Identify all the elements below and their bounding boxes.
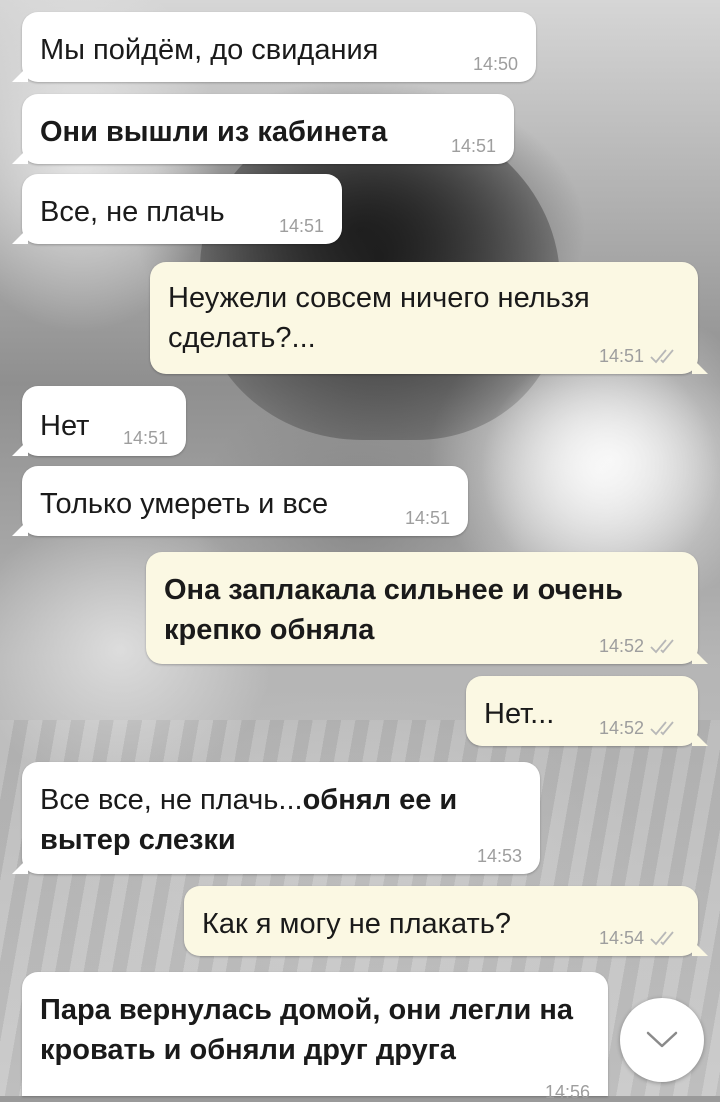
message-outgoing[interactable]: Неужели совсем ничего нельзя сделать?...… xyxy=(150,262,708,374)
message-meta: 14:51 xyxy=(599,346,680,366)
bubble-tail xyxy=(12,858,28,874)
message-time: 14:52 xyxy=(598,718,644,738)
scroll-to-bottom-button[interactable] xyxy=(620,998,704,1082)
bubble-tail xyxy=(12,520,28,536)
message-outgoing[interactable]: Она заплакала сильнее и очень крепко обн… xyxy=(146,552,708,664)
message-text: Они вышли из кабинета xyxy=(40,116,388,148)
read-double-check-icon xyxy=(650,639,674,654)
message-incoming[interactable]: Нет 14:51 xyxy=(12,386,186,456)
message-incoming[interactable]: Пара вернулась домой, они легли на крова… xyxy=(22,972,608,1102)
message-incoming[interactable]: Мы пойдём, до свидания 14:50 xyxy=(12,12,536,82)
message-incoming[interactable]: Только умереть и все 14:51 xyxy=(12,466,468,536)
message-text: Пара вернулась домой, они легли на крова… xyxy=(40,994,574,1066)
message-time: 14:52 xyxy=(598,636,644,656)
bubble-tail xyxy=(692,648,708,664)
message-time: 14:51 xyxy=(598,346,644,366)
message-meta: 14:56 xyxy=(545,1082,590,1102)
message-time: 14:51 xyxy=(278,216,324,236)
message-meta: 14:51 xyxy=(279,216,324,236)
message-meta: 14:53 xyxy=(477,846,522,866)
message-time: 14:51 xyxy=(404,508,450,528)
message-meta: 14:50 xyxy=(473,54,518,74)
message-time: 14:54 xyxy=(598,928,644,948)
message-text-plain: Все все, не плачь... xyxy=(40,784,303,816)
bubble-tail xyxy=(12,148,28,164)
message-incoming[interactable]: Все, не плачь 14:51 xyxy=(12,174,342,244)
message-outgoing[interactable]: Как я могу не плакать? 14:54 xyxy=(184,886,708,956)
message-meta: 14:51 xyxy=(451,136,496,156)
read-double-check-icon xyxy=(650,931,674,946)
message-text: Мы пойдём, до свидания xyxy=(40,34,379,66)
message-meta: 14:51 xyxy=(123,428,168,448)
bubble-tail xyxy=(12,66,28,82)
message-outgoing[interactable]: Нет... 14:52 xyxy=(466,676,708,746)
message-time: 14:51 xyxy=(122,428,168,448)
message-time: 14:50 xyxy=(472,54,518,74)
message-text: Неужели совсем ничего нельзя сделать?... xyxy=(168,282,590,354)
message-text: Все все, не плачь...обнял ее и вытер сле… xyxy=(40,762,526,860)
bubble-tail xyxy=(12,228,28,244)
message-incoming[interactable]: Все все, не плачь...обнял ее и вытер сле… xyxy=(12,762,540,874)
message-meta: 14:54 xyxy=(599,928,680,948)
message-meta: 14:52 xyxy=(599,718,680,738)
message-meta: 14:51 xyxy=(405,508,450,528)
bubble-tail xyxy=(12,440,28,456)
chevron-down-icon xyxy=(646,1031,678,1048)
message-text: Только умереть и все xyxy=(40,488,329,520)
message-time: 14:51 xyxy=(450,136,496,156)
bubble-tail xyxy=(692,940,708,956)
read-double-check-icon xyxy=(650,349,674,364)
bubble-tail xyxy=(692,730,708,746)
bubble-tail xyxy=(692,358,708,374)
read-double-check-icon xyxy=(650,721,674,736)
message-time: 14:56 xyxy=(544,1082,590,1102)
message-time: 14:53 xyxy=(476,846,522,866)
message-incoming[interactable]: Они вышли из кабинета 14:51 xyxy=(12,94,514,164)
message-meta: 14:52 xyxy=(599,636,680,656)
